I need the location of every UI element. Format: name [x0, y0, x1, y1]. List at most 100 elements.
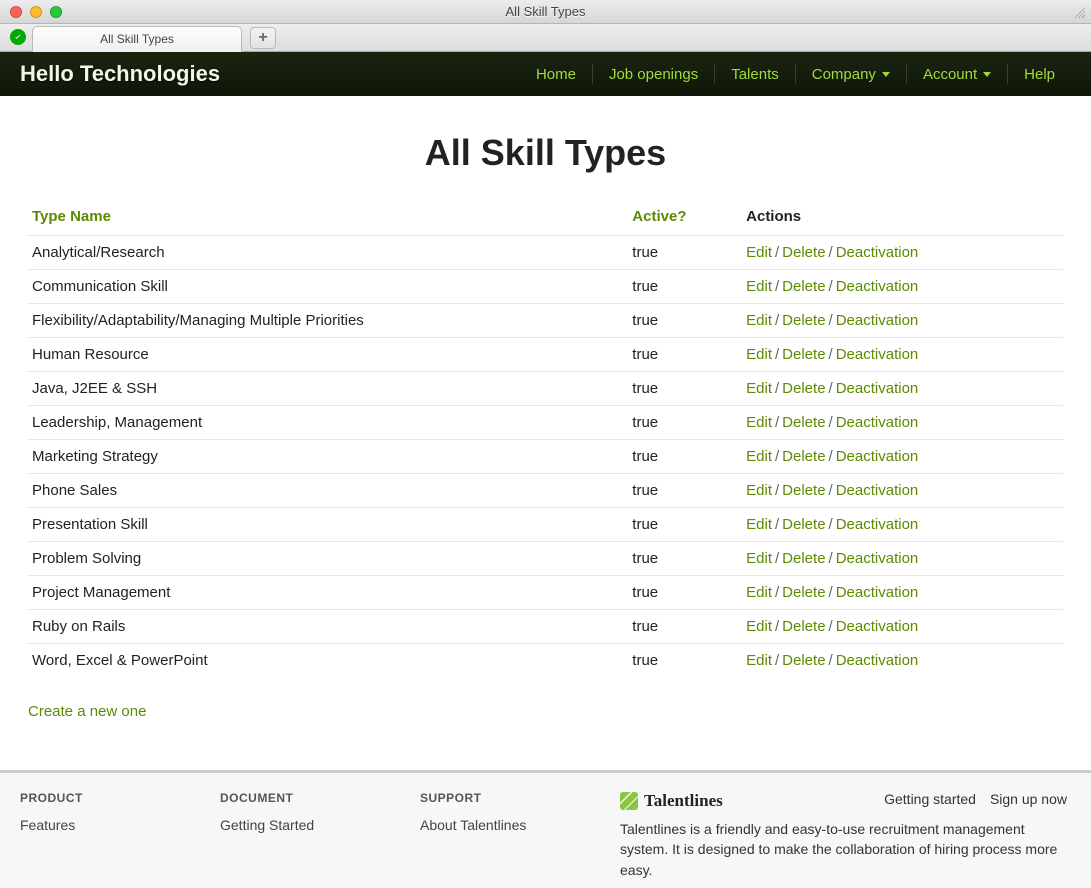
- cell-actions: Edit/Delete/Deactivation: [742, 372, 1063, 406]
- deactivate-link[interactable]: Deactivation: [836, 516, 919, 533]
- deactivate-link[interactable]: Deactivation: [836, 448, 919, 465]
- chevron-down-icon: [882, 72, 890, 77]
- talentlines-wordmark: Talentlines: [644, 791, 723, 811]
- col-header-type-name[interactable]: Type Name: [28, 202, 628, 236]
- edit-link[interactable]: Edit: [746, 414, 772, 431]
- cell-actions: Edit/Delete/Deactivation: [742, 304, 1063, 338]
- nav-account-dropdown[interactable]: Account: [907, 62, 1007, 87]
- create-new-link[interactable]: Create a new one: [28, 703, 146, 720]
- action-separator: /: [772, 380, 782, 397]
- page-content: All Skill Types Type Name Active? Action…: [0, 96, 1091, 744]
- edit-link[interactable]: Edit: [746, 312, 772, 329]
- page-footer: PRODUCT Features DOCUMENT Getting Starte…: [0, 770, 1091, 888]
- table-row: Phone SalestrueEdit/Delete/Deactivation: [28, 474, 1063, 508]
- action-separator: /: [826, 550, 836, 567]
- footer-col-product: PRODUCT Features: [20, 791, 180, 880]
- deactivate-link[interactable]: Deactivation: [836, 244, 919, 261]
- footer-col-document: DOCUMENT Getting Started: [220, 791, 380, 880]
- action-separator: /: [826, 414, 836, 431]
- edit-link[interactable]: Edit: [746, 584, 772, 601]
- cell-actions: Edit/Delete/Deactivation: [742, 474, 1063, 508]
- delete-link[interactable]: Delete: [782, 278, 825, 295]
- browser-tab-active[interactable]: All Skill Types: [32, 26, 242, 52]
- page-title: All Skill Types: [28, 132, 1063, 174]
- delete-link[interactable]: Delete: [782, 516, 825, 533]
- delete-link[interactable]: Delete: [782, 652, 825, 669]
- nav-home[interactable]: Home: [520, 62, 592, 87]
- deactivate-link[interactable]: Deactivation: [836, 346, 919, 363]
- deactivate-link[interactable]: Deactivation: [836, 584, 919, 601]
- nav-company-dropdown[interactable]: Company: [796, 62, 906, 87]
- deactivate-link[interactable]: Deactivation: [836, 618, 919, 635]
- cell-active: true: [628, 270, 742, 304]
- deactivate-link[interactable]: Deactivation: [836, 380, 919, 397]
- deactivate-link[interactable]: Deactivation: [836, 312, 919, 329]
- cell-active: true: [628, 236, 742, 270]
- window-resize-grip-icon[interactable]: [1073, 6, 1085, 18]
- deactivate-link[interactable]: Deactivation: [836, 482, 919, 499]
- cell-active: true: [628, 644, 742, 678]
- delete-link[interactable]: Delete: [782, 414, 825, 431]
- footer-about: Getting started Sign up now Talentlines …: [620, 791, 1071, 880]
- action-separator: /: [826, 244, 836, 261]
- delete-link[interactable]: Delete: [782, 550, 825, 567]
- edit-link[interactable]: Edit: [746, 448, 772, 465]
- table-row: Human ResourcetrueEdit/Delete/Deactivati…: [28, 338, 1063, 372]
- cell-actions: Edit/Delete/Deactivation: [742, 236, 1063, 270]
- edit-link[interactable]: Edit: [746, 380, 772, 397]
- action-separator: /: [772, 550, 782, 567]
- edit-link[interactable]: Edit: [746, 516, 772, 533]
- action-separator: /: [772, 448, 782, 465]
- cell-active: true: [628, 406, 742, 440]
- edit-link[interactable]: Edit: [746, 346, 772, 363]
- cell-type-name: Problem Solving: [28, 542, 628, 576]
- table-row: Project ManagementtrueEdit/Delete/Deacti…: [28, 576, 1063, 610]
- cell-type-name: Communication Skill: [28, 270, 628, 304]
- brand-title[interactable]: Hello Technologies: [20, 61, 220, 87]
- deactivate-link[interactable]: Deactivation: [836, 550, 919, 567]
- table-row: Word, Excel & PowerPointtrueEdit/Delete/…: [28, 644, 1063, 678]
- footer-top-link-signup[interactable]: Sign up now: [990, 791, 1067, 807]
- action-separator: /: [772, 414, 782, 431]
- delete-link[interactable]: Delete: [782, 482, 825, 499]
- action-separator: /: [826, 482, 836, 499]
- nav-talents[interactable]: Talents: [715, 62, 795, 87]
- edit-link[interactable]: Edit: [746, 278, 772, 295]
- col-header-active[interactable]: Active?: [628, 202, 742, 236]
- footer-link-features[interactable]: Features: [20, 817, 180, 833]
- cell-active: true: [628, 610, 742, 644]
- action-separator: /: [826, 312, 836, 329]
- footer-link-getting-started[interactable]: Getting Started: [220, 817, 380, 833]
- deactivate-link[interactable]: Deactivation: [836, 652, 919, 669]
- table-row: Marketing StrategytrueEdit/Delete/Deacti…: [28, 440, 1063, 474]
- deactivate-link[interactable]: Deactivation: [836, 414, 919, 431]
- cell-actions: Edit/Delete/Deactivation: [742, 576, 1063, 610]
- table-row: Java, J2EE & SSHtrueEdit/Delete/Deactiva…: [28, 372, 1063, 406]
- new-tab-button[interactable]: +: [250, 27, 276, 49]
- cell-type-name: Flexibility/Adaptability/Managing Multip…: [28, 304, 628, 338]
- cell-type-name: Phone Sales: [28, 474, 628, 508]
- edit-link[interactable]: Edit: [746, 482, 772, 499]
- delete-link[interactable]: Delete: [782, 380, 825, 397]
- action-separator: /: [772, 584, 782, 601]
- delete-link[interactable]: Delete: [782, 448, 825, 465]
- deactivate-link[interactable]: Deactivation: [836, 278, 919, 295]
- nav-help[interactable]: Help: [1008, 62, 1071, 87]
- delete-link[interactable]: Delete: [782, 584, 825, 601]
- cell-active: true: [628, 508, 742, 542]
- footer-description: Talentlines is a friendly and easy-to-us…: [620, 819, 1071, 880]
- delete-link[interactable]: Delete: [782, 244, 825, 261]
- action-separator: /: [826, 618, 836, 635]
- delete-link[interactable]: Delete: [782, 618, 825, 635]
- delete-link[interactable]: Delete: [782, 312, 825, 329]
- cell-active: true: [628, 576, 742, 610]
- footer-link-about[interactable]: About Talentlines: [420, 817, 580, 833]
- edit-link[interactable]: Edit: [746, 618, 772, 635]
- action-separator: /: [826, 380, 836, 397]
- delete-link[interactable]: Delete: [782, 346, 825, 363]
- nav-job-openings[interactable]: Job openings: [593, 62, 714, 87]
- edit-link[interactable]: Edit: [746, 652, 772, 669]
- footer-top-link-getting-started[interactable]: Getting started: [884, 791, 976, 807]
- edit-link[interactable]: Edit: [746, 550, 772, 567]
- edit-link[interactable]: Edit: [746, 244, 772, 261]
